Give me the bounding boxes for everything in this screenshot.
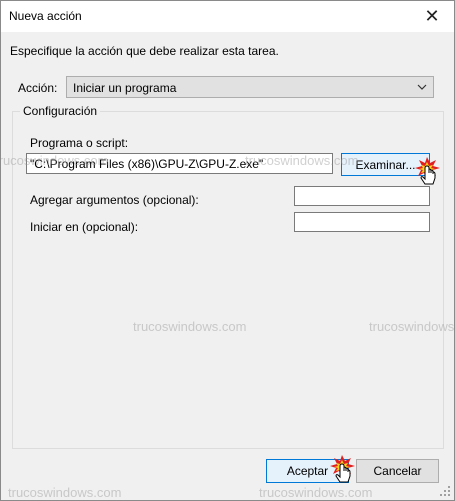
- arguments-input[interactable]: [294, 186, 430, 206]
- program-input[interactable]: "C:\Program Files (x86)\GPU-Z\GPU-Z.exe": [26, 153, 333, 174]
- configuration-legend: Configuración: [20, 104, 101, 118]
- close-icon: ✕: [424, 6, 440, 26]
- close-button[interactable]: ✕: [410, 1, 454, 32]
- browse-button-label: Examinar...: [355, 157, 416, 172]
- action-label: Acción:: [18, 81, 58, 95]
- cancel-button-label: Cancelar: [373, 464, 422, 478]
- chevron-down-icon: [417, 84, 427, 90]
- start-in-input[interactable]: [294, 212, 430, 232]
- title-bar[interactable]: Nueva acción ✕: [1, 1, 454, 32]
- browse-button[interactable]: Examinar...: [341, 153, 430, 176]
- instruction-text: Especifique la acción que debe realizar …: [10, 44, 279, 58]
- accept-button[interactable]: Aceptar: [266, 459, 349, 483]
- arguments-label: Agregar argumentos (opcional):: [30, 193, 199, 207]
- program-label: Programa o script:: [30, 136, 129, 150]
- accept-button-label: Aceptar: [286, 464, 329, 478]
- program-input-value: "C:\Program Files (x86)\GPU-Z\GPU-Z.exe": [30, 157, 264, 171]
- dialog-content: Especifique la acción que debe realizar …: [1, 32, 454, 500]
- dialog-window: Nueva acción ✕ Especifique la acción que…: [0, 0, 455, 501]
- resize-grip-icon[interactable]: [439, 485, 451, 497]
- action-dropdown-value: Iniciar un programa: [73, 81, 177, 95]
- start-in-label: Iniciar en (opcional):: [30, 220, 139, 234]
- cancel-button[interactable]: Cancelar: [356, 459, 439, 483]
- action-dropdown[interactable]: Iniciar un programa: [66, 76, 434, 98]
- window-title: Nueva acción: [9, 9, 82, 23]
